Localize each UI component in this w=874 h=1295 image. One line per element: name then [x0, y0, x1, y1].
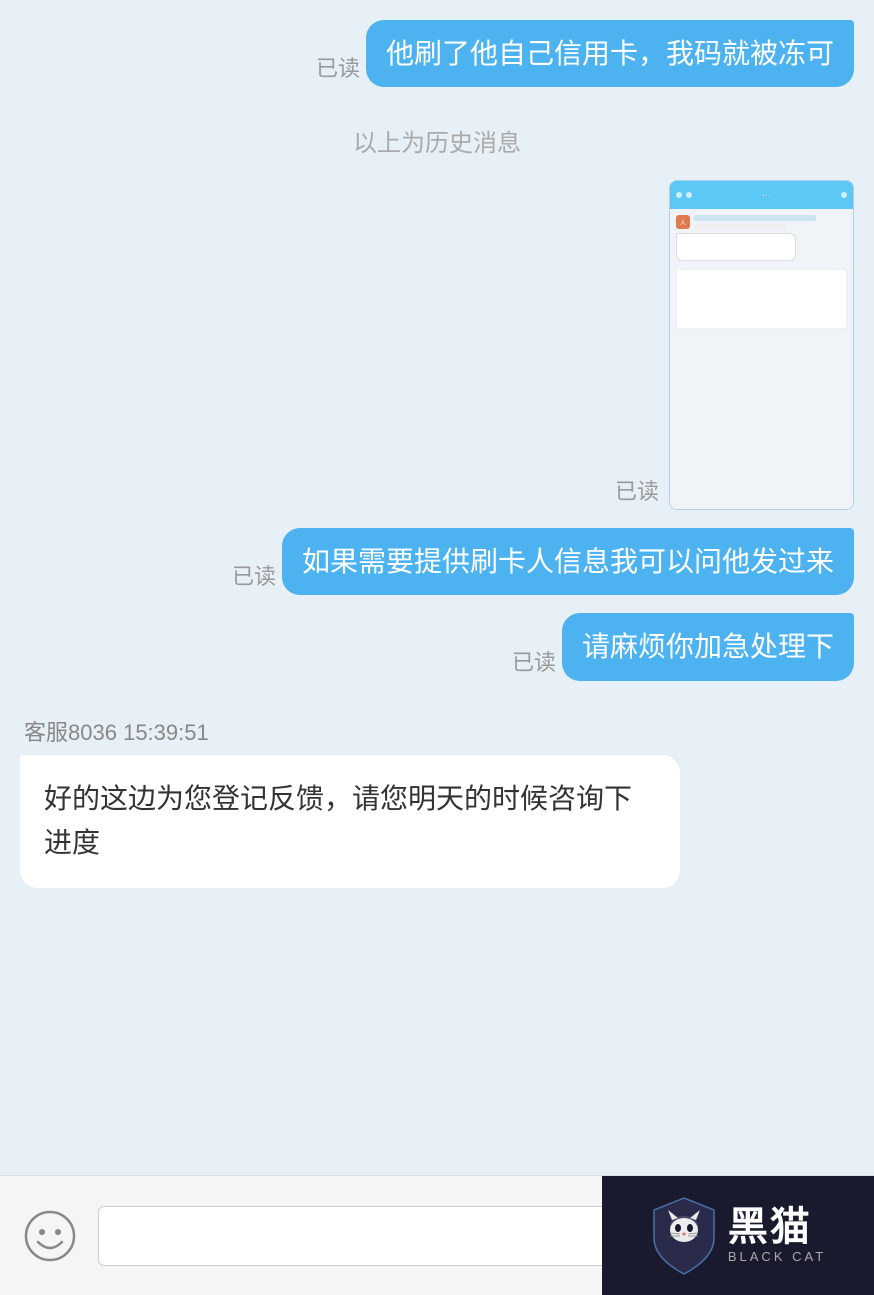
emoji-button[interactable] [20, 1206, 80, 1266]
blackcat-english: BLACK CAT [728, 1249, 826, 1264]
image-message[interactable]: ··· 人 [669, 180, 854, 510]
phone-recv-bubble [676, 233, 796, 261]
bubble-3: 如果需要提供刷卡人信息我可以问他发过来 [282, 528, 854, 595]
phone-dot-3 [841, 192, 847, 198]
service-sender: 客服8036 [24, 720, 117, 745]
message-row-4: 已读 请麻烦你加急处理下 [20, 613, 854, 680]
message-row-3: 已读 如果需要提供刷卡人信息我可以问他发过来 [20, 528, 854, 595]
phone-avatar-row: 人 [676, 215, 847, 229]
phone-dot-2 [686, 192, 692, 198]
emoji-icon [24, 1210, 76, 1262]
read-label-4: 已读 [512, 645, 556, 677]
service-bubble: 好的这边为您登记反馈，请您明天的时候咨询下进度 [20, 755, 680, 889]
blackcat-chinese: 黑猫 [728, 1207, 812, 1247]
bubble-1: 他刷了他自己信用卡，我码就被冻可 [366, 20, 854, 87]
blackcat-watermark: 黑猫 BLACK CAT [602, 1176, 874, 1295]
read-label-1: 已读 [316, 51, 360, 83]
chat-area: 已读 他刷了他自己信用卡，我码就被冻可 以上为历史消息 已读 ··· 人 [0, 0, 874, 1175]
service-time: 15:39:51 [123, 720, 209, 745]
phone-screen: ··· 人 [670, 181, 853, 509]
read-label-3: 已读 [232, 559, 276, 591]
blackcat-text: 黑猫 BLACK CAT [728, 1207, 826, 1264]
service-timestamp: 客服8036 15:39:51 [20, 715, 854, 747]
message-row-service: 客服8036 15:39:51 好的这边为您登记反馈，请您明天的时候咨询下进度 [20, 699, 854, 899]
message-row-image: 已读 ··· 人 [20, 180, 854, 510]
message-row-1: 已读 他刷了他自己信用卡，我码就被冻可 [20, 20, 854, 87]
phone-top-bar: ··· [670, 181, 853, 209]
blackcat-shield-icon [650, 1196, 718, 1276]
phone-dot-1 [676, 192, 682, 198]
bubble-4: 请麻烦你加急处理下 [562, 613, 854, 680]
read-label-img: 已读 [615, 474, 659, 506]
phone-top-text: ··· [696, 190, 837, 200]
phone-content: 人 [670, 209, 853, 509]
history-divider: 以上为历史消息 [20, 123, 854, 158]
phone-avatar-icon: 人 [680, 218, 686, 227]
phone-avatar: 人 [676, 215, 690, 229]
